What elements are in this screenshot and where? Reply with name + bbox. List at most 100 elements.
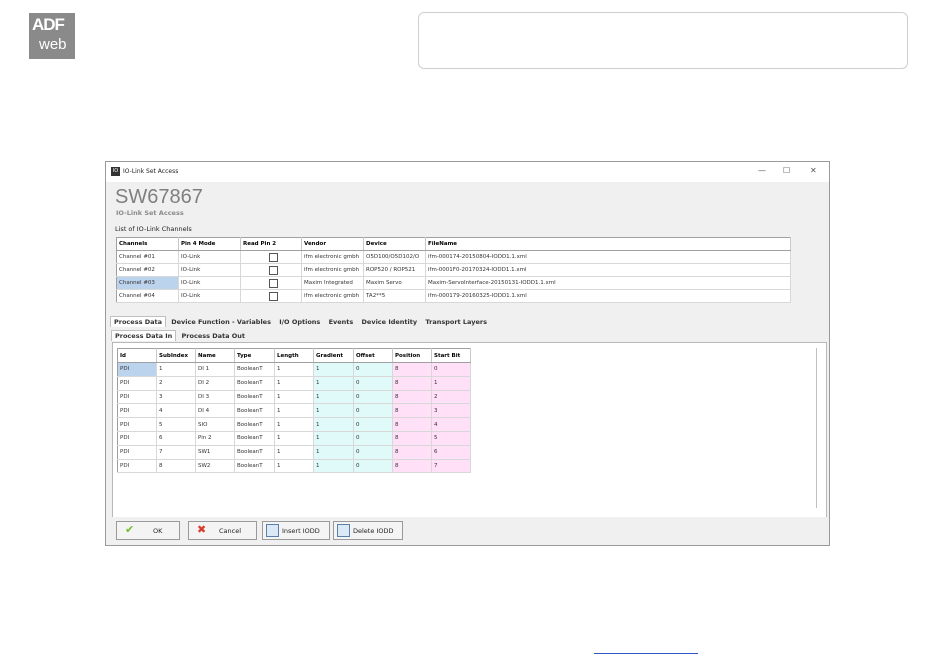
col-header[interactable]: Gradient bbox=[313, 348, 354, 363]
channel-cell[interactable]: Channel #01 bbox=[116, 250, 179, 264]
name-cell[interactable]: DI 1 bbox=[195, 362, 235, 377]
tab-events[interactable]: Events bbox=[326, 317, 357, 327]
name-cell[interactable]: DI 3 bbox=[195, 390, 235, 405]
length-cell[interactable]: 1 bbox=[274, 445, 314, 460]
id-cell[interactable]: PDI bbox=[117, 459, 157, 474]
position-cell[interactable]: 8 bbox=[392, 459, 432, 474]
process-data-row[interactable]: PDI 4 DI 4 BooleanT 1 1 0 8 3 bbox=[117, 403, 471, 419]
process-data-row[interactable]: PDI 2 DI 2 BooleanT 1 1 0 8 1 bbox=[117, 376, 471, 391]
type-cell[interactable]: BooleanT bbox=[234, 390, 275, 405]
subindex-cell[interactable]: 8 bbox=[156, 459, 196, 474]
id-cell[interactable]: PDI bbox=[117, 417, 157, 432]
col-header[interactable]: Type bbox=[234, 348, 275, 363]
offset-cell[interactable]: 0 bbox=[353, 431, 393, 446]
col-header[interactable]: SubIndex bbox=[156, 348, 196, 363]
delete-iodd-button[interactable]: Delete IODD bbox=[333, 521, 403, 540]
channel-row[interactable]: Channel #04 IO-Link ifm electronic gmbh … bbox=[116, 289, 791, 303]
start-bit-cell[interactable]: 5 bbox=[431, 431, 471, 446]
length-cell[interactable]: 1 bbox=[274, 403, 314, 419]
type-cell[interactable]: BooleanT bbox=[234, 445, 275, 460]
name-cell[interactable]: SW1 bbox=[195, 445, 235, 460]
tab-process-data-in[interactable]: Process Data In bbox=[111, 330, 177, 341]
position-cell[interactable]: 8 bbox=[392, 445, 432, 460]
length-cell[interactable]: 1 bbox=[274, 390, 314, 405]
gradient-cell[interactable]: 1 bbox=[313, 417, 354, 432]
id-cell[interactable]: PDI bbox=[117, 376, 157, 391]
start-bit-cell[interactable]: 4 bbox=[431, 417, 471, 432]
gradient-cell[interactable]: 1 bbox=[313, 445, 354, 460]
gradient-cell[interactable]: 1 bbox=[313, 362, 354, 377]
subindex-cell[interactable]: 1 bbox=[156, 362, 196, 377]
tab-device-function[interactable]: Device Function - Variables bbox=[168, 317, 274, 327]
offset-cell[interactable]: 0 bbox=[353, 390, 393, 405]
subindex-cell[interactable]: 6 bbox=[156, 431, 196, 446]
offset-cell[interactable]: 0 bbox=[353, 445, 393, 460]
length-cell[interactable]: 1 bbox=[274, 459, 314, 474]
process-data-row[interactable]: PDI 7 SW1 BooleanT 1 1 0 8 6 bbox=[117, 445, 471, 460]
gradient-cell[interactable]: 1 bbox=[313, 431, 354, 446]
position-cell[interactable]: 8 bbox=[392, 403, 432, 419]
tab-process-data[interactable]: Process Data bbox=[110, 316, 166, 327]
position-cell[interactable]: 8 bbox=[392, 431, 432, 446]
read-pin2-checkbox[interactable] bbox=[269, 291, 278, 301]
channel-cell[interactable]: Channel #03 bbox=[116, 276, 179, 290]
read-pin2-checkbox[interactable] bbox=[269, 278, 278, 288]
type-cell[interactable]: BooleanT bbox=[234, 362, 275, 377]
type-cell[interactable]: BooleanT bbox=[234, 459, 275, 474]
channel-cell[interactable]: Channel #02 bbox=[116, 263, 179, 277]
start-bit-cell[interactable]: 1 bbox=[431, 376, 471, 391]
length-cell[interactable]: 1 bbox=[274, 431, 314, 446]
cancel-button[interactable]: ✖ Cancel bbox=[188, 521, 257, 540]
start-bit-cell[interactable]: 2 bbox=[431, 390, 471, 405]
id-cell[interactable]: PDI bbox=[117, 445, 157, 460]
col-header[interactable]: Channels bbox=[116, 237, 179, 251]
col-header[interactable]: Length bbox=[274, 348, 314, 363]
minimize-button[interactable]: — bbox=[758, 166, 766, 175]
tab-process-data-out[interactable]: Process Data Out bbox=[179, 331, 249, 341]
subindex-cell[interactable]: 4 bbox=[156, 403, 196, 419]
subindex-cell[interactable]: 2 bbox=[156, 376, 196, 391]
col-header[interactable]: Offset bbox=[353, 348, 393, 363]
col-header[interactable]: Name bbox=[195, 348, 235, 363]
type-cell[interactable]: BooleanT bbox=[234, 403, 275, 419]
start-bit-cell[interactable]: 7 bbox=[431, 459, 471, 474]
tab-device-identity[interactable]: Device Identity bbox=[359, 317, 421, 327]
length-cell[interactable]: 1 bbox=[274, 376, 314, 391]
id-cell[interactable]: PDI bbox=[117, 390, 157, 405]
process-data-row[interactable]: PDI 3 DI 3 BooleanT 1 1 0 8 2 bbox=[117, 390, 471, 405]
start-bit-cell[interactable]: 3 bbox=[431, 403, 471, 419]
gradient-cell[interactable]: 1 bbox=[313, 459, 354, 474]
process-data-row[interactable]: PDI 5 SIO BooleanT 1 1 0 8 4 bbox=[117, 417, 471, 432]
subindex-cell[interactable]: 7 bbox=[156, 445, 196, 460]
channel-row[interactable]: Channel #01 IO-Link ifm electronic gmbh … bbox=[116, 250, 791, 264]
read-pin2-checkbox[interactable] bbox=[269, 252, 278, 262]
col-header[interactable]: Device bbox=[363, 237, 426, 251]
id-cell[interactable]: PDI bbox=[117, 431, 157, 446]
process-data-row[interactable]: PDI 8 SW2 BooleanT 1 1 0 8 7 bbox=[117, 459, 471, 474]
id-cell[interactable]: PDI bbox=[117, 362, 157, 377]
insert-iodd-button[interactable]: Insert IODD bbox=[262, 521, 330, 540]
name-cell[interactable]: SW2 bbox=[195, 459, 235, 474]
tab-transport-layers[interactable]: Transport Layers bbox=[422, 317, 490, 327]
link-underline[interactable] bbox=[594, 653, 698, 654]
mode-cell[interactable]: IO-Link bbox=[178, 250, 241, 264]
mode-cell[interactable]: IO-Link bbox=[178, 263, 241, 277]
channel-cell[interactable]: Channel #04 bbox=[116, 289, 179, 303]
maximize-button[interactable]: ☐ bbox=[783, 166, 790, 175]
position-cell[interactable]: 8 bbox=[392, 362, 432, 377]
length-cell[interactable]: 1 bbox=[274, 417, 314, 432]
mode-cell[interactable]: IO-Link bbox=[178, 289, 241, 303]
process-data-row[interactable]: PDI 1 DI 1 BooleanT 1 1 0 8 0 bbox=[117, 362, 471, 377]
col-header[interactable]: Id bbox=[117, 348, 157, 363]
id-cell[interactable]: PDI bbox=[117, 403, 157, 419]
name-cell[interactable]: SIO bbox=[195, 417, 235, 432]
length-cell[interactable]: 1 bbox=[274, 362, 314, 377]
col-header[interactable]: Position bbox=[392, 348, 432, 363]
position-cell[interactable]: 8 bbox=[392, 376, 432, 391]
close-button[interactable]: ✕ bbox=[810, 166, 817, 175]
offset-cell[interactable]: 0 bbox=[353, 459, 393, 474]
process-data-row[interactable]: PDI 6 Pin 2 BooleanT 1 1 0 8 5 bbox=[117, 431, 471, 446]
mode-cell[interactable]: IO-Link bbox=[178, 276, 241, 290]
gradient-cell[interactable]: 1 bbox=[313, 376, 354, 391]
read-pin2-checkbox[interactable] bbox=[269, 265, 278, 275]
